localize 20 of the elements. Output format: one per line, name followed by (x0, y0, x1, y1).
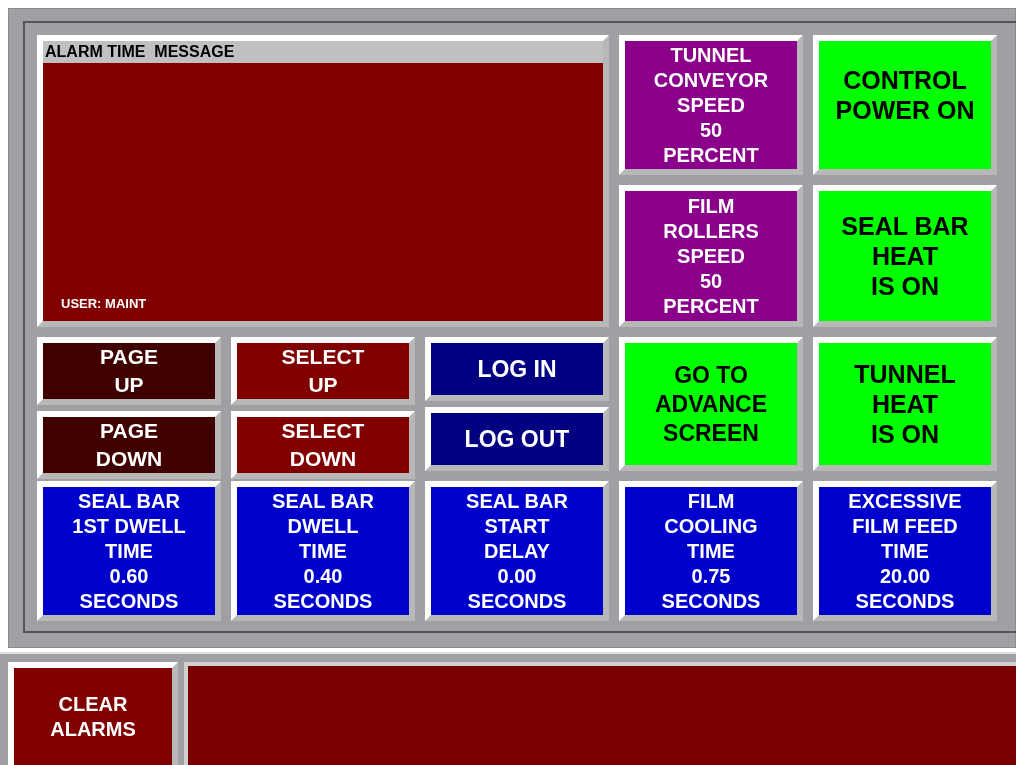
timer-setting-button[interactable]: SEAL BAR DWELL TIME 0.40 SECONDS (231, 481, 415, 621)
timer-setting-button[interactable]: FILM COOLING TIME 0.75 SECONDS (619, 481, 803, 621)
nav-button[interactable]: SELECT UP (231, 337, 415, 405)
nav-button[interactable]: SELECT DOWN (231, 411, 415, 479)
speed-setting-button[interactable]: FILM ROLLERS SPEED 50 PERCENT (619, 185, 803, 327)
status-indicator: TUNNEL HEAT IS ON (813, 337, 997, 471)
speed-setting-button[interactable]: TUNNEL CONVEYOR SPEED 50 PERCENT (619, 35, 803, 175)
timer-setting-button[interactable]: SEAL BAR 1ST DWELL TIME 0.60 SECONDS (37, 481, 221, 621)
timer-setting-button[interactable]: SEAL BAR START DELAY 0.00 SECONDS (425, 481, 609, 621)
advance-screen-button[interactable]: GO TO ADVANCE SCREEN (619, 337, 803, 471)
alarm-header: ALARM TIME MESSAGE (43, 41, 603, 63)
nav-button[interactable]: LOG OUT (425, 407, 609, 471)
nav-button[interactable]: LOG IN (425, 337, 609, 401)
nav-button[interactable]: PAGE DOWN (37, 411, 221, 479)
clear-alarms-button[interactable]: CLEAR ALARMS (8, 662, 178, 765)
status-indicator: SEAL BAR HEAT IS ON (813, 185, 997, 327)
user-label: USER: MAINT (61, 296, 147, 311)
status-indicator: CONTROL POWER ON (813, 35, 997, 175)
nav-button[interactable]: PAGE UP (37, 337, 221, 405)
timer-setting-button[interactable]: EXCESSIVE FILM FEED TIME 20.00 SECONDS (813, 481, 997, 621)
